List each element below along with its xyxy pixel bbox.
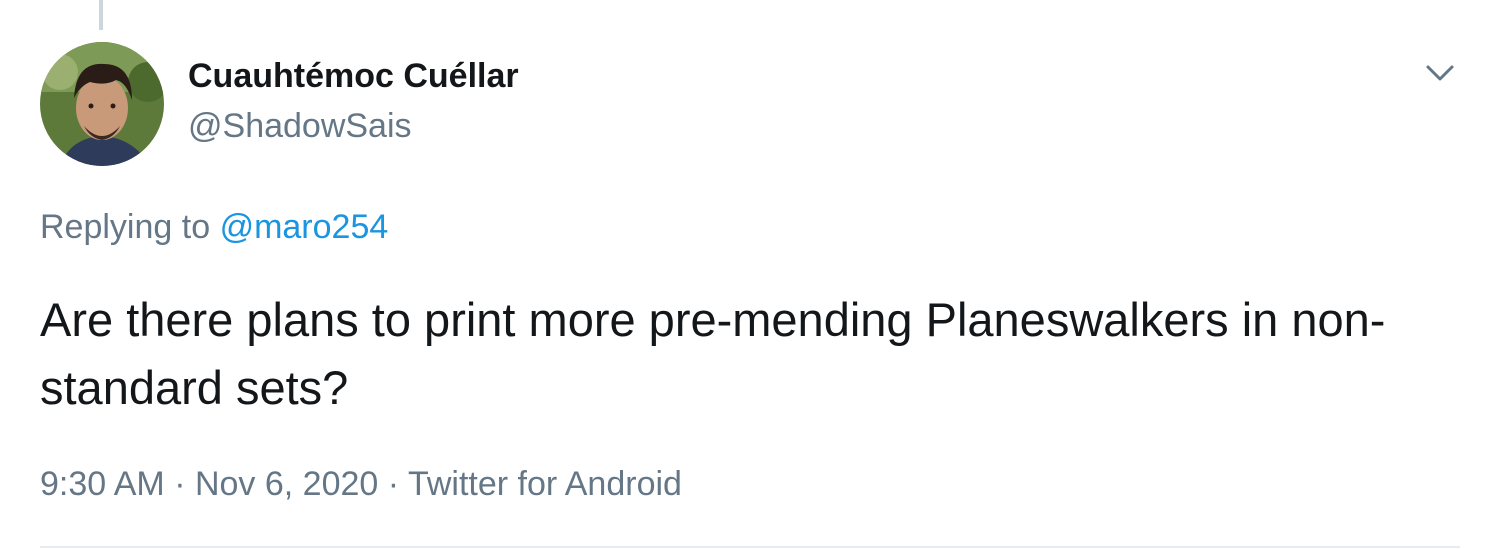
- avatar[interactable]: [40, 42, 164, 166]
- meta-separator: ·: [164, 465, 195, 503]
- tweet-time[interactable]: 9:30 AM: [40, 465, 165, 503]
- divider: [40, 546, 1460, 548]
- author-display-name[interactable]: Cuauhtémoc Cuéllar: [188, 56, 519, 96]
- tweet-date[interactable]: Nov 6, 2020: [195, 465, 378, 503]
- tweet-source[interactable]: Twitter for Android: [408, 465, 682, 503]
- thread-connector-line: [99, 0, 103, 30]
- avatar-image: [40, 42, 164, 166]
- tweet-text: Are there plans to print more pre-mendin…: [40, 293, 1386, 414]
- reply-prefix: Replying to: [40, 208, 211, 246]
- reply-context: Replying to @maro254: [40, 207, 388, 247]
- author-handle[interactable]: @ShadowSais: [188, 106, 412, 146]
- meta-separator: ·: [378, 465, 408, 503]
- chevron-down-icon[interactable]: [1420, 56, 1460, 90]
- reply-mention-link[interactable]: @maro254: [220, 208, 389, 246]
- tweet-meta: 9:30 AM · Nov 6, 2020 · Twitter for Andr…: [40, 464, 682, 504]
